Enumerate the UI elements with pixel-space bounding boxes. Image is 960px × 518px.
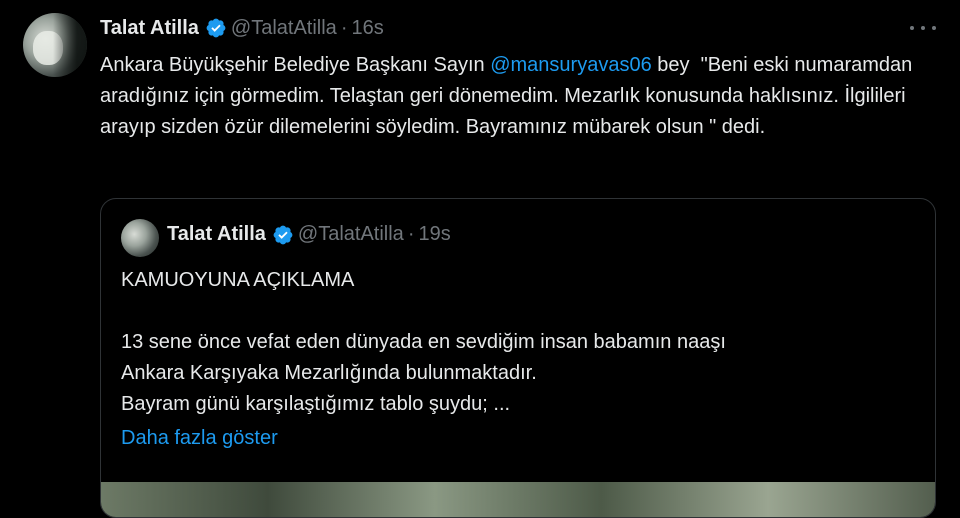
tweet-header: Talat Atilla @TalatAtilla · 16s (100, 14, 384, 42)
quoted-tweet-header: Talat Atilla @TalatAtilla · 19s (167, 223, 451, 246)
more-dot (932, 26, 936, 30)
more-options-icon[interactable] (910, 18, 936, 38)
show-more-link[interactable]: Daha fazla göster (121, 427, 278, 450)
tweet-timestamp[interactable]: 16s (351, 17, 383, 40)
quoted-tweet-text: KAMUOYUNA AÇIKLAMA 13 sene önce vefat ed… (121, 269, 726, 415)
tweet-text-part: Ankara Büyükşehir Belediye Başkanı Sayın (100, 54, 491, 76)
quoted-author-handle: @TalatAtilla (297, 223, 404, 245)
author-name[interactable]: Talat Atilla (100, 17, 199, 40)
verified-badge-icon (206, 18, 226, 38)
tweet-text: Ankara Büyükşehir Belediye Başkanı Sayın… (100, 50, 920, 143)
mention-link[interactable]: @mansuryavas06 (490, 54, 651, 76)
author-avatar[interactable] (23, 13, 87, 77)
quoted-author-avatar (121, 219, 159, 257)
quoted-tweet-media[interactable] (101, 482, 935, 517)
more-dot (910, 26, 914, 30)
more-dot (921, 26, 925, 30)
author-handle[interactable]: @TalatAtilla (231, 17, 337, 40)
quoted-tweet-card[interactable]: Talat Atilla @TalatAtilla · 19s KAMUOYUN… (100, 198, 936, 518)
quoted-author-name: Talat Atilla (167, 223, 266, 245)
verified-badge-icon (273, 225, 293, 244)
separator-dot: · (340, 16, 348, 39)
quoted-tweet-timestamp: 19s (418, 223, 451, 245)
avatar-shade (53, 13, 87, 77)
separator-dot: · (407, 223, 415, 245)
